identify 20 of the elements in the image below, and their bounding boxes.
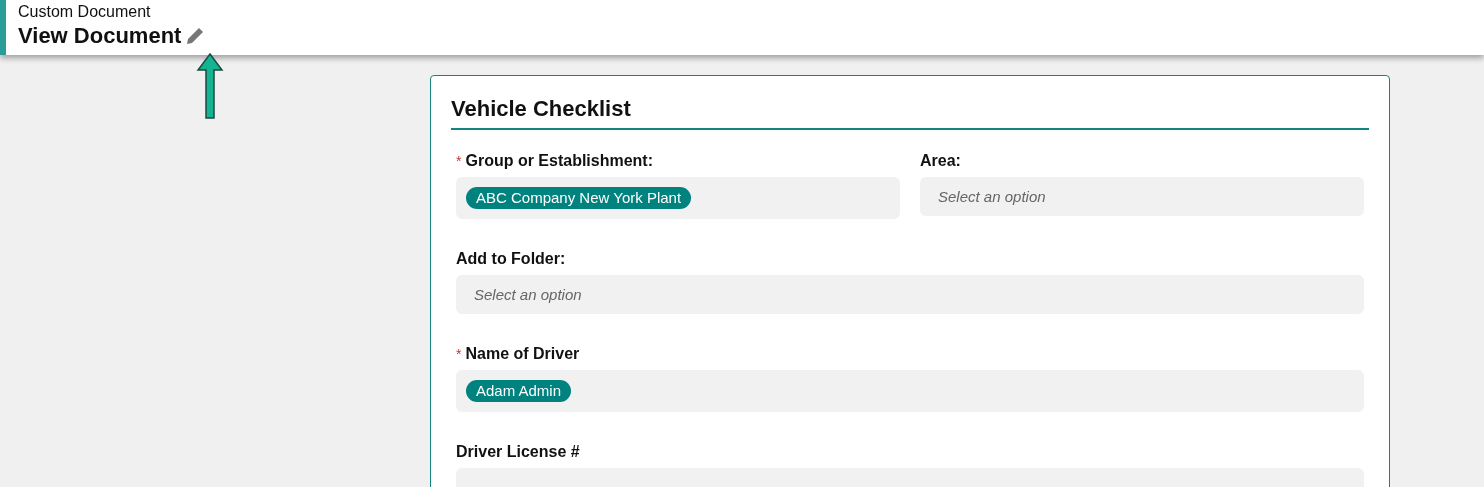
multi-select-field[interactable]: Adam Admin xyxy=(456,370,1364,412)
required-mark: * xyxy=(456,345,462,363)
page-subtitle: Custom Document xyxy=(18,2,152,21)
page-title: View Document xyxy=(18,22,182,50)
required-mark: * xyxy=(456,152,462,170)
selected-tag: ABC Company New York Plant xyxy=(466,187,692,209)
placeholder-text: Select an option xyxy=(473,286,582,303)
edit-icon[interactable] xyxy=(185,26,206,46)
select-field[interactable]: Select an option xyxy=(920,177,1364,216)
placeholder-text: Select an option xyxy=(937,188,1046,205)
field-label: Add to Folder: xyxy=(456,250,566,268)
field-label: Group or Establishment: xyxy=(465,152,654,170)
field-label: Name of Driver xyxy=(465,345,580,363)
select-field[interactable]: Select an option xyxy=(456,275,1364,314)
annotation-arrow xyxy=(196,52,224,122)
field-label: Driver License # xyxy=(456,443,580,461)
field-label: Area: xyxy=(920,152,961,170)
selected-tag: Adam Admin xyxy=(466,380,572,402)
multi-select-field[interactable]: ABC Company New York Plant xyxy=(456,177,900,219)
form-title: Vehicle Checklist xyxy=(451,94,1369,130)
